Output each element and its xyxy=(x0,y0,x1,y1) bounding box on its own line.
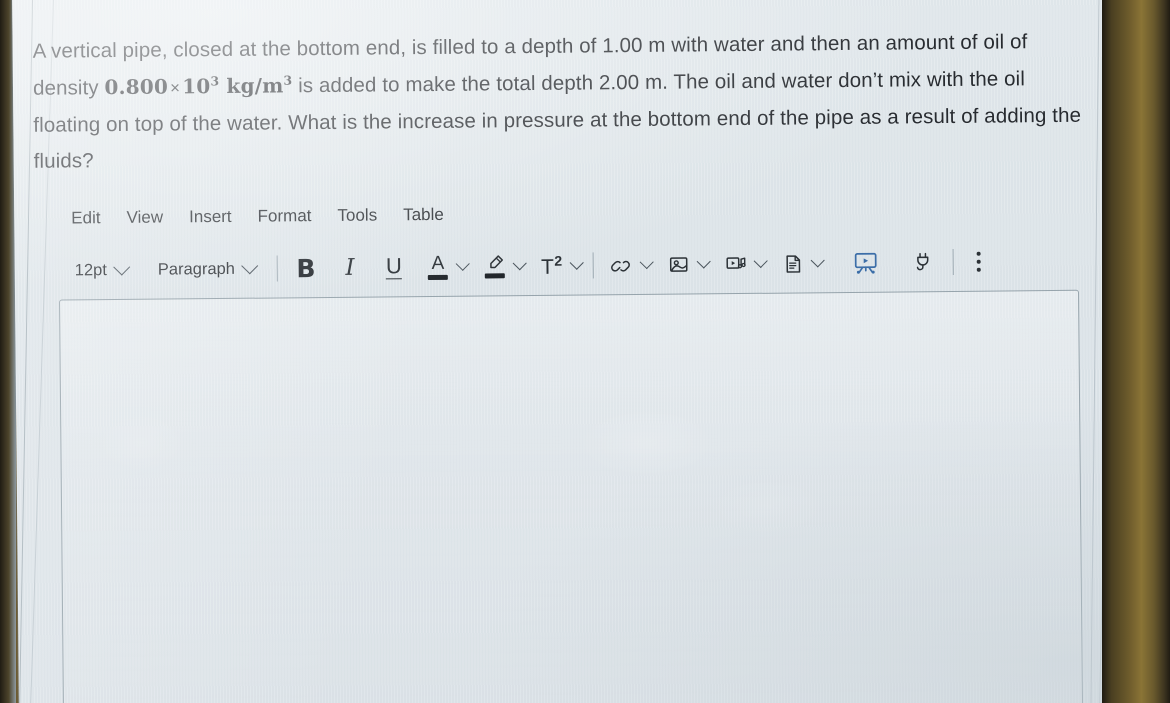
question-line-3: floating on top of the water. What is th… xyxy=(33,104,1047,137)
page-content: A vertical pipe, closed at the bottom en… xyxy=(12,0,1125,703)
studio-media-icon xyxy=(854,252,877,274)
density-unit-exponent: 3 xyxy=(283,72,293,88)
question-line-2-rest: is added to make the total depth 2.00 m.… xyxy=(298,67,1026,98)
document-button[interactable] xyxy=(776,246,810,280)
link-control[interactable] xyxy=(605,248,654,282)
superscript-icon: T2 xyxy=(541,252,563,279)
screen-surface: A vertical pipe, closed at the bottom en… xyxy=(12,0,1126,703)
highlight-color-swatch xyxy=(484,273,506,279)
more-options-icon-dot xyxy=(976,251,981,256)
block-format-value: Paragraph xyxy=(157,259,236,279)
question-line-1: A vertical pipe, closed at the bottom en… xyxy=(32,30,1028,63)
text-color-icon: A xyxy=(428,252,449,281)
toolbar-divider xyxy=(276,255,279,282)
underline-icon: U xyxy=(385,253,402,280)
text-color-swatch xyxy=(428,274,449,281)
text-color-control[interactable]: A xyxy=(421,250,470,284)
italic-button[interactable]: I xyxy=(333,251,367,285)
chevron-down-icon[interactable] xyxy=(639,255,654,270)
plugin-plug-icon xyxy=(916,252,929,271)
media-control[interactable] xyxy=(719,247,768,281)
chevron-down-icon xyxy=(241,257,259,275)
bold-icon: B xyxy=(296,253,316,283)
editor-toolbar: 12pt Paragraph B I U A T2 xyxy=(65,243,994,290)
density-expression: 0.800 ×103 kg/m3 xyxy=(104,73,292,99)
superscript-control[interactable]: T2 xyxy=(535,249,584,283)
font-size-select[interactable]: 12pt xyxy=(65,258,138,282)
menu-item-table[interactable]: Table xyxy=(390,202,457,229)
editor-content-area[interactable] xyxy=(59,289,1084,703)
density-exponent: 3 xyxy=(210,73,220,89)
image-control[interactable] xyxy=(662,247,711,281)
highlight-color-button[interactable] xyxy=(478,249,512,283)
image-button[interactable] xyxy=(662,247,696,281)
document-control[interactable] xyxy=(776,246,825,280)
highlighter-icon xyxy=(484,254,506,279)
density-mantissa: 0.800 xyxy=(104,74,169,100)
superscript-exponent: 2 xyxy=(554,252,563,269)
chevron-down-icon[interactable] xyxy=(753,253,768,269)
right-bezel-edge xyxy=(1102,0,1170,703)
superscript-button[interactable]: T2 xyxy=(535,249,569,283)
chevron-down-icon[interactable] xyxy=(696,254,711,269)
text-color-button[interactable]: A xyxy=(421,250,455,284)
density-base: 10 xyxy=(182,74,211,99)
multiplication-sign: × xyxy=(170,78,181,98)
toolbar-divider xyxy=(952,248,955,275)
italic-icon: I xyxy=(345,254,355,281)
more-options-icon-dot xyxy=(976,267,981,272)
font-size-value: 12pt xyxy=(74,260,107,279)
underline-button[interactable]: U xyxy=(377,250,411,284)
menu-item-edit[interactable]: Edit xyxy=(58,205,114,232)
chevron-down-icon[interactable] xyxy=(512,256,527,271)
document-icon xyxy=(786,254,800,273)
link-button[interactable] xyxy=(605,248,639,282)
question-line-2-lead: density xyxy=(32,76,99,100)
superscript-letter: T xyxy=(541,255,555,279)
photo-scene: A vertical pipe, closed at the bottom en… xyxy=(0,0,1170,703)
link-icon xyxy=(611,260,631,272)
toolbar-divider xyxy=(592,252,595,279)
plugin-button[interactable] xyxy=(904,245,942,279)
menu-item-tools[interactable]: Tools xyxy=(324,202,390,229)
editor-menubar: Edit View Insert Format Tools Table xyxy=(58,202,457,232)
more-options-icon-dot xyxy=(976,259,981,264)
media-icon xyxy=(726,257,746,269)
menu-item-insert[interactable]: Insert xyxy=(176,204,245,231)
text-color-letter: A xyxy=(431,252,445,274)
more-options-button[interactable] xyxy=(965,251,993,272)
density-unit: kg/m xyxy=(226,73,284,98)
chevron-down-icon xyxy=(113,258,131,276)
question-prompt: A vertical pipe, closed at the bottom en… xyxy=(32,24,1095,180)
media-button[interactable] xyxy=(719,247,753,281)
menu-item-format[interactable]: Format xyxy=(244,203,324,230)
menu-item-view[interactable]: View xyxy=(113,204,176,231)
chevron-down-icon[interactable] xyxy=(455,256,470,271)
image-icon xyxy=(670,257,688,272)
bold-button[interactable]: B xyxy=(289,251,323,285)
chevron-down-icon[interactable] xyxy=(810,253,825,268)
block-format-select[interactable]: Paragraph xyxy=(148,257,266,281)
chevron-down-icon[interactable] xyxy=(569,255,584,270)
highlight-color-control[interactable] xyxy=(478,249,527,283)
studio-media-button[interactable] xyxy=(846,246,886,280)
